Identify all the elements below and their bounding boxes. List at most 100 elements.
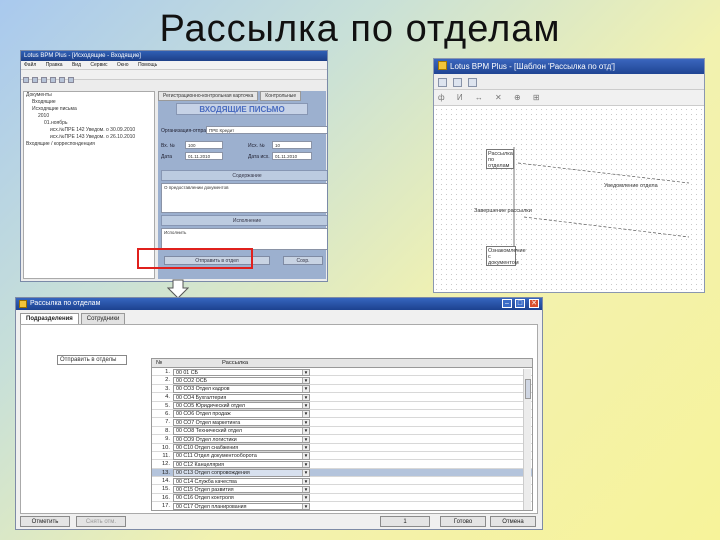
table-row[interactable]: 11. 00 С11 Отдел документооборота ▼ (152, 452, 532, 461)
content-textarea[interactable]: О предоставлении документов (161, 183, 327, 213)
minimize-icon[interactable]: – (502, 299, 512, 308)
workflow-canvas[interactable]: Рассылка по отделам Ознакомление с докум… (434, 107, 704, 292)
mark-button[interactable]: Отметить (20, 516, 70, 527)
menu-item[interactable]: Помощь (138, 62, 157, 68)
tab-employees[interactable]: Сотрудники (80, 313, 126, 324)
tab-control[interactable]: Контрольные (260, 91, 302, 101)
menu-item[interactable]: Окно (117, 62, 129, 68)
tool-icon[interactable] (41, 77, 47, 83)
out-date-field[interactable]: 01.11.2010 (272, 152, 312, 160)
table-row[interactable]: 12. 00 С12 Канцелярия ▼ (152, 460, 532, 469)
department-select[interactable]: 00 СО8 Технический отдел ▼ (173, 427, 310, 435)
department-select[interactable]: 00 С10 Отдел снабжения ▼ (173, 444, 310, 452)
table-row[interactable]: 13. 00 С13 Отдел сопровождения ▼ (152, 468, 532, 478)
table-row[interactable]: 16. 00 С16 Отдел контроля ▼ (152, 494, 532, 503)
close-icon[interactable]: ✕ (529, 299, 539, 308)
ok-button[interactable]: Готово (440, 516, 486, 527)
table-row[interactable]: 2. 00 СО2 ОСБ ▼ (152, 376, 532, 385)
unmark-button[interactable]: Снять отм. (76, 516, 126, 527)
tab-card[interactable]: Регистрационно-контрольная карточка (158, 91, 259, 101)
menu-item[interactable]: Сервис (90, 62, 107, 68)
tool-icon[interactable] (468, 78, 477, 87)
in-no-field[interactable]: 100 (185, 141, 223, 149)
chevron-down-icon[interactable]: ▼ (302, 419, 309, 426)
tool-icon[interactable]: ⊞ (533, 93, 540, 102)
table-row[interactable]: 14. 00 С14 Служба качества ▼ (152, 477, 532, 486)
chevron-down-icon[interactable]: ▼ (302, 369, 309, 375)
chevron-down-icon[interactable]: ▼ (302, 487, 309, 493)
tool-icon[interactable] (453, 78, 462, 87)
vertical-scrollbar[interactable] (523, 369, 531, 510)
department-select[interactable]: 00 01 СБ ▼ (173, 368, 310, 376)
menu-item[interactable]: Вид (72, 62, 81, 68)
department-select[interactable]: 00 С17 Отдел планирования ▼ (173, 502, 310, 510)
tool-icon[interactable] (23, 77, 29, 83)
table-row[interactable]: 7. 00 СО7 Отдел маркетинга ▼ (152, 418, 532, 427)
workflow-node-end[interactable]: Ознакомление с документом (486, 246, 526, 266)
department-select[interactable]: 00 С11 Отдел документооборота ▼ (173, 452, 310, 460)
chevron-down-icon[interactable]: ▼ (302, 503, 309, 510)
out-no-field[interactable]: 10 (272, 141, 312, 149)
department-select[interactable]: 00 С14 Служба качества ▼ (173, 477, 310, 485)
table-row[interactable]: 4. 00 СО4 Бухгалтерия ▼ (152, 393, 532, 402)
department-select[interactable]: 00 СО4 Бухгалтерия ▼ (173, 393, 310, 402)
table-row[interactable]: 8. 00 СО8 Технический отдел ▼ (152, 427, 532, 436)
tree-item[interactable]: 01.ноябрь (24, 120, 154, 127)
table-row[interactable]: 9. 00 СО9 Отдел логистики ▼ (152, 435, 532, 444)
workflow-node-start[interactable]: Рассылка по отделам (486, 149, 514, 169)
chevron-down-icon[interactable]: ▼ (302, 478, 309, 484)
maximize-icon[interactable]: □ (515, 299, 525, 308)
tool-icon[interactable]: ⊕ (514, 93, 521, 102)
department-select[interactable]: 00 СО5 Юридический отдел ▼ (173, 402, 310, 410)
tool-icon[interactable]: ✕ (495, 93, 502, 102)
send-to-departments-label[interactable]: Отправить в отделы (57, 355, 127, 365)
chevron-down-icon[interactable]: ▼ (302, 386, 309, 392)
tool-icon[interactable] (59, 77, 65, 83)
chevron-down-icon[interactable]: ▼ (302, 428, 309, 434)
department-select[interactable]: 00 СО3 Отдел кадров ▼ (173, 385, 310, 393)
table-row[interactable]: 10. 00 С10 Отдел снабжения ▼ (152, 444, 532, 452)
chevron-down-icon[interactable]: ▼ (302, 445, 309, 451)
department-select[interactable]: 00 СО2 ОСБ ▼ (173, 376, 310, 385)
department-select[interactable]: 00 С12 Канцелярия ▼ (173, 460, 310, 469)
chevron-down-icon[interactable]: ▼ (302, 394, 309, 401)
tree-item[interactable]: Входящие / корреспонденция (24, 141, 154, 148)
chevron-down-icon[interactable]: ▼ (302, 453, 309, 459)
page-number[interactable]: 1 (380, 516, 430, 527)
chevron-down-icon[interactable]: ▼ (302, 403, 309, 409)
tab-departments[interactable]: Подразделения (20, 313, 79, 324)
table-row[interactable]: 15. 00 С15 Отдел развития ▼ (152, 485, 532, 494)
department-select[interactable]: 00 С16 Отдел контроля ▼ (173, 494, 310, 502)
tree-item[interactable]: 2010 (24, 113, 154, 120)
table-row[interactable]: 3. 00 СО3 Отдел кадров ▼ (152, 385, 532, 394)
scroll-thumb[interactable] (525, 379, 531, 399)
org-field[interactable]: ПРЕ Кредит (206, 126, 327, 134)
cancel-button[interactable]: Отмена (490, 516, 536, 527)
department-select[interactable]: 00 СО9 Отдел логистики ▼ (173, 435, 310, 444)
chevron-down-icon[interactable]: ▼ (302, 461, 309, 468)
department-select[interactable]: 00 С15 Отдел развития ▼ (173, 485, 310, 494)
chevron-down-icon[interactable]: ▼ (302, 411, 309, 417)
table-row[interactable]: 1. 00 01 СБ ▼ (152, 368, 532, 377)
execution-textarea[interactable]: Исполнить (161, 228, 327, 250)
chevron-down-icon[interactable]: ▼ (302, 470, 309, 476)
tool-icon[interactable] (68, 77, 74, 83)
chevron-down-icon[interactable]: ▼ (302, 495, 309, 501)
chevron-down-icon[interactable]: ▼ (302, 377, 309, 384)
tool-icon[interactable] (50, 77, 56, 83)
in-date-field[interactable]: 01.11.2010 (185, 152, 223, 160)
table-row[interactable]: 5. 00 СО5 Юридический отдел ▼ (152, 402, 532, 410)
save-button[interactable]: Сохр. (283, 256, 323, 265)
tool-icon[interactable]: И (457, 93, 463, 102)
tree-item[interactable]: Входящие (24, 99, 154, 106)
department-select[interactable]: 00 СО7 Отдел маркетинга ▼ (173, 418, 310, 427)
menu-item[interactable]: Файл (24, 62, 36, 68)
tree-item[interactable]: Документы (24, 92, 154, 99)
table-row[interactable]: 6. 00 СО6 Отдел продаж ▼ (152, 410, 532, 419)
department-select[interactable]: 00 СО6 Отдел продаж ▼ (173, 410, 310, 418)
tool-icon[interactable]: ф (438, 93, 445, 102)
tree-item[interactable]: Исходящие письма (24, 106, 154, 113)
chevron-down-icon[interactable]: ▼ (302, 436, 309, 442)
table-row[interactable]: 17. 00 С17 Отдел планирования ▼ (152, 502, 532, 510)
menu-item[interactable]: Правка (46, 62, 63, 68)
